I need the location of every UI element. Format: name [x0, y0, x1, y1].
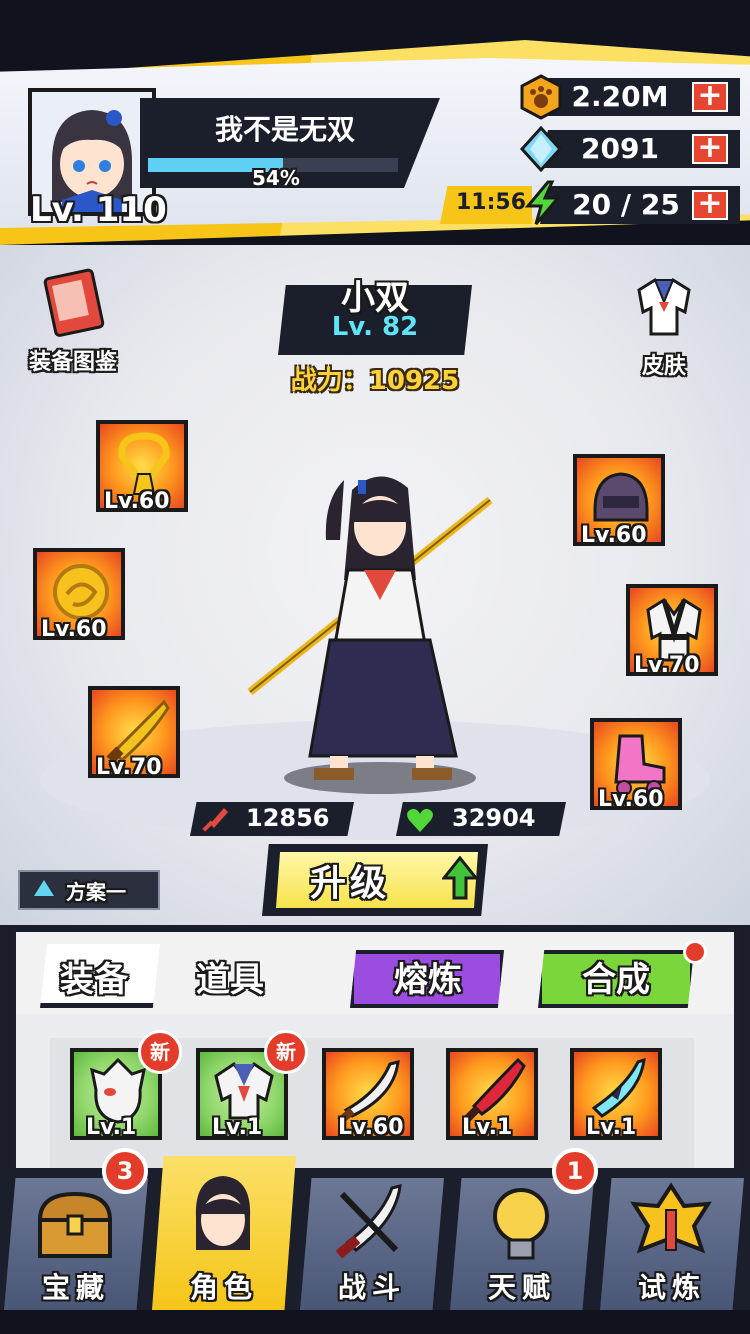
lightbulb-icon	[493, 1188, 549, 1260]
inventory-item[interactable]: Lv.60	[322, 1048, 414, 1140]
inventory-item[interactable]: Lv.1	[570, 1048, 662, 1140]
nav-badge-talent: 1	[552, 1148, 598, 1194]
player-level: Lv. 110	[30, 190, 167, 230]
energy-value: 20 / 25	[572, 188, 680, 221]
crossed-swords-icon	[335, 1184, 402, 1259]
equip-slot-uniform[interactable]: Lv.70	[626, 584, 718, 678]
skin-label: 皮肤	[641, 354, 686, 379]
gold-paw-icon	[520, 74, 562, 120]
item-level: Lv.60	[338, 1115, 404, 1140]
nav-label-talent: 天赋	[487, 1271, 556, 1304]
treasure-chest-icon	[37, 1191, 113, 1258]
tab-equipment-label: 装备	[60, 960, 128, 1000]
plan-label: 方案一	[66, 880, 126, 904]
up-arrow-icon	[442, 856, 478, 900]
attack-value: 12856	[246, 804, 330, 832]
equip-level: Lv.60	[41, 617, 107, 642]
gem-icon	[519, 126, 563, 172]
nav-badge-treasure: 3	[102, 1148, 148, 1194]
inventory-item[interactable]: Lv.1	[446, 1048, 538, 1140]
gold-value: 2.20M	[571, 80, 669, 113]
new-badge: 新	[138, 1030, 182, 1074]
skin-button[interactable]: 皮肤	[616, 272, 712, 380]
character-level: Lv. 82	[331, 312, 419, 342]
codex-label: 装备图鉴	[28, 350, 117, 375]
sword-icon	[202, 808, 228, 832]
exp-percent: 54%	[252, 166, 300, 190]
hp-value: 32904	[452, 804, 536, 832]
equip-level: Lv.70	[634, 653, 700, 678]
item-level: Lv.1	[86, 1115, 137, 1140]
character-icon	[195, 1176, 251, 1250]
equip-slot-blade[interactable]: Lv.70	[88, 686, 180, 780]
sailor-uniform-icon	[637, 277, 691, 336]
red-book-icon	[43, 268, 105, 337]
tab-items[interactable]: 道具	[196, 952, 264, 1001]
nav-label-character: 角色	[189, 1271, 258, 1304]
character-sprite[interactable]	[240, 460, 510, 800]
smelt-label: 熔炼	[394, 960, 462, 1000]
nav-label-trial: 试炼	[637, 1271, 706, 1304]
equip-level: Lv.60	[104, 489, 170, 514]
equip-slot-amulet[interactable]: Lv.60	[96, 420, 188, 514]
equip-slot-skates[interactable]: Lv.60	[590, 718, 682, 812]
equip-slot-ring[interactable]: Lv.60	[33, 548, 125, 642]
new-badge: 新	[264, 1030, 308, 1074]
equip-level: Lv.60	[581, 523, 647, 548]
triangle-up-icon	[34, 880, 54, 896]
combine-label: 合成	[582, 960, 650, 1000]
equip-level: Lv.70	[96, 755, 162, 780]
nav-label-treasure: 宝藏	[41, 1271, 110, 1304]
nav-label-battle: 战斗	[337, 1271, 406, 1304]
notification-dot	[683, 940, 707, 964]
add-energy-button[interactable]: +	[692, 189, 728, 220]
add-gem-button[interactable]: +	[692, 133, 728, 164]
trial-emblem-icon	[630, 1182, 712, 1254]
equip-level: Lv.60	[598, 787, 664, 812]
energy-timer: 11:56	[456, 190, 527, 215]
item-level: Lv.1	[586, 1115, 637, 1140]
combat-power: 战力：10925	[290, 366, 460, 396]
gem-value: 2091	[581, 132, 659, 165]
item-level: Lv.1	[462, 1115, 513, 1140]
bottom-edge	[0, 1310, 750, 1334]
heart-icon	[407, 808, 433, 832]
equip-slot-helmet[interactable]: Lv.60	[573, 454, 665, 548]
lightning-icon	[524, 180, 562, 225]
item-level: Lv.1	[212, 1115, 263, 1140]
upgrade-label: 升级	[310, 863, 391, 904]
player-name: 我不是无双	[214, 113, 355, 146]
add-gold-button[interactable]: +	[692, 81, 728, 112]
equipment-codex-button[interactable]: 装备图鉴	[18, 268, 128, 376]
